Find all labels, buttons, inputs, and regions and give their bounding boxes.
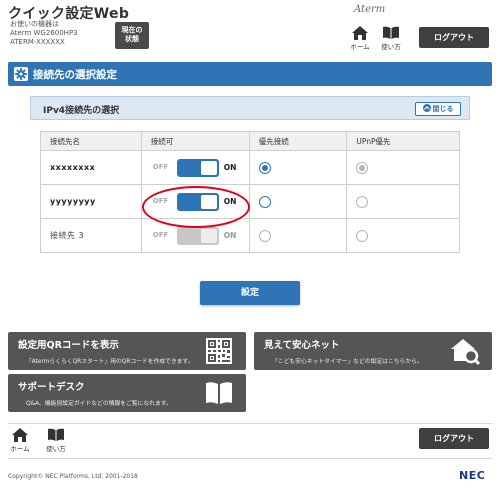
destination-table: 接続先名 接続可 優先接続 UPnP優先 xxxxxxxx OFF ON yyy…	[40, 131, 460, 253]
header-priority: 優先接続	[248, 131, 348, 151]
collapse-button[interactable]: 閉じる	[415, 102, 461, 116]
priority-cell	[248, 150, 348, 185]
priority-cell	[248, 184, 348, 219]
header: クイック設定Web お使いの機器は Aterm WG2600HP3 ATERM-…	[0, 0, 500, 58]
table-header-row: 接続先名 接続可 優先接続 UPnP優先	[40, 131, 460, 151]
device-ssid: ATERM-XXXXXX	[10, 38, 65, 46]
highlight-annotation	[142, 186, 250, 228]
upnp-radio	[356, 161, 369, 174]
device-info-line: お使いの機器は	[10, 20, 59, 28]
toggle-on-label: ON	[223, 162, 237, 172]
current-status-button[interactable]: 現在の 状態	[115, 22, 149, 49]
status-button-line1: 現在の	[121, 26, 143, 34]
house-search-icon	[451, 339, 480, 366]
safe-net-tile-desc: 「こども安心ネットタイマー」などの設定はこちらから。	[272, 359, 423, 365]
upnp-radio	[356, 229, 369, 242]
support-tile-title: サポートデスク	[18, 382, 85, 393]
chevron-up-icon	[422, 104, 431, 112]
connectable-cell: OFF ON	[140, 150, 250, 185]
apply-button[interactable]: 設定	[200, 281, 300, 305]
priority-radio[interactable]	[258, 195, 271, 208]
upnp-cell	[346, 218, 460, 253]
priority-cell	[248, 218, 348, 253]
status-button-line2: 状態	[125, 35, 139, 43]
footer-home-label: ホーム	[10, 445, 30, 453]
upnp-radio	[356, 195, 369, 208]
toggle-knob	[200, 160, 217, 175]
section-title: 接続先の選択設定	[33, 69, 117, 81]
footer-logout-button[interactable]: ログアウト	[419, 428, 489, 449]
device-model: Aterm WG2600HP3	[10, 29, 78, 37]
toggle-on-label: ON	[223, 230, 237, 240]
qr-code-tile[interactable]: 設定用QRコードを表示 「AtermらくらくQRスタート」用のQRコードを作成で…	[8, 332, 246, 370]
book-icon	[383, 26, 399, 39]
home-label: ホーム	[350, 43, 370, 51]
toggle-off-label: OFF	[152, 230, 169, 239]
destination-name: 接続先 3	[40, 218, 142, 253]
help-label: 使い方	[381, 43, 401, 51]
qr-tile-desc: 「AtermらくらくQRスタート」用のQRコードを作成できます。	[26, 359, 194, 365]
aterm-logo: Aterm	[354, 4, 386, 15]
footer-divider-bottom	[8, 458, 492, 459]
section-title-bar: 接続先の選択設定	[8, 62, 492, 86]
priority-radio	[258, 229, 271, 242]
logout-button[interactable]: ログアウト	[419, 27, 489, 48]
header-connectable: 接続可	[140, 131, 250, 151]
table-row: 接続先 3 OFF ON	[40, 218, 460, 253]
home-icon	[352, 26, 368, 40]
connectable-toggle[interactable]: OFF ON	[151, 226, 241, 245]
qr-tile-title: 設定用QRコードを表示	[18, 340, 119, 351]
panel-header: IPv4接続先の選択 閉じる	[30, 96, 470, 120]
support-desk-tile[interactable]: サポートデスク Q&A、機能別設定ガイドなどの情報をご覧になれます。	[8, 374, 246, 412]
header-name: 接続先名	[40, 131, 142, 151]
priority-radio[interactable]	[258, 161, 271, 174]
collapse-label: 閉じる	[432, 105, 454, 113]
copyright: Copyright© NEC Platforms, Ltd. 2001-2018	[8, 473, 138, 480]
connectable-toggle[interactable]: OFF ON	[151, 158, 241, 177]
footer-help-label: 使い方	[46, 445, 66, 453]
book-icon	[206, 382, 232, 404]
toggle-off-label: OFF	[152, 162, 169, 171]
help-link[interactable]: 使い方	[379, 26, 403, 52]
home-icon	[12, 428, 28, 442]
support-tile-desc: Q&A、機能別設定ガイドなどの情報をご覧になれます。	[26, 401, 172, 407]
qr-code-icon	[206, 338, 232, 364]
safe-net-tile-title: 見えて安心ネット	[264, 340, 340, 351]
footer-home-link[interactable]: ホーム	[8, 428, 32, 454]
table-row: xxxxxxxx OFF ON	[40, 150, 460, 185]
panel-title: IPv4接続先の選択	[43, 106, 120, 116]
footer-help-link[interactable]: 使い方	[44, 428, 68, 454]
destination-name: yyyyyyyy	[40, 184, 142, 219]
upnp-cell	[346, 184, 460, 219]
table-row: yyyyyyyy OFF ON	[40, 184, 460, 219]
upnp-cell	[346, 150, 460, 185]
device-info: お使いの機器は Aterm WG2600HP3 ATERM-XXXXXX	[10, 20, 78, 47]
book-icon	[48, 428, 64, 441]
safe-net-tile[interactable]: 見えて安心ネット 「こども安心ネットタイマー」などの設定はこちらから。	[254, 332, 492, 370]
gear-icon	[14, 67, 28, 81]
ipv4-panel: IPv4接続先の選択 閉じる 接続先名 接続可 優先接続 UPnP優先 xxxx…	[30, 96, 470, 256]
home-link[interactable]: ホーム	[348, 26, 372, 52]
footer-divider	[8, 423, 492, 424]
toggle-knob	[200, 228, 217, 243]
destination-name: xxxxxxxx	[40, 150, 142, 185]
nec-logo: NEC	[459, 469, 486, 482]
header-upnp: UPnP優先	[346, 131, 460, 151]
